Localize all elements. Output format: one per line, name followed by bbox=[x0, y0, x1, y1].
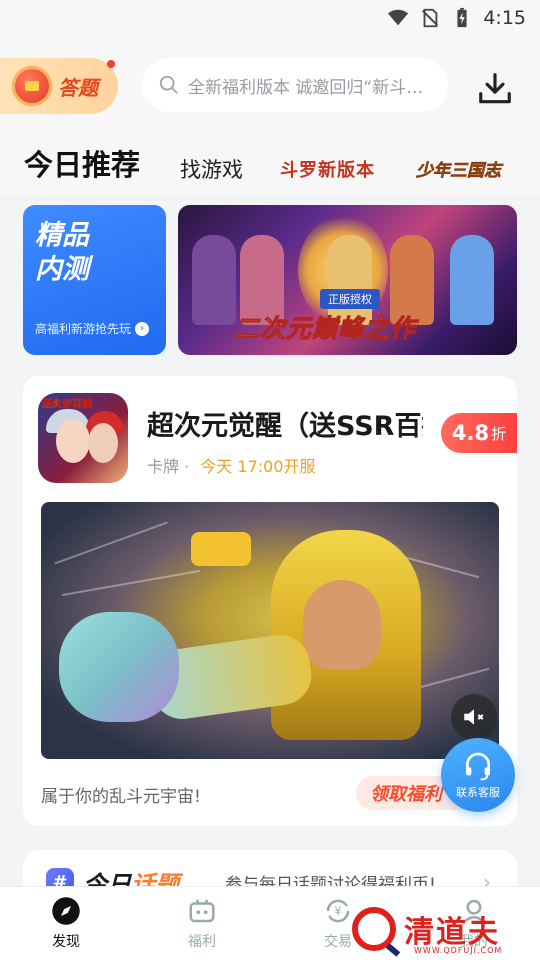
nav-welfare[interactable]: 福利 bbox=[162, 895, 242, 951]
tab-bar: 今日推荐 找游戏 斗罗新版本 少年三国志 bbox=[0, 132, 540, 196]
game-category: 卡牌 bbox=[147, 457, 180, 476]
search-placeholder: 全新福利版本 诚邀回归“新斗罗大陆” bbox=[188, 77, 428, 98]
answer-quiz-label: 答题 bbox=[58, 75, 98, 100]
download-icon[interactable] bbox=[476, 70, 514, 108]
compass-icon bbox=[50, 895, 82, 927]
answer-quiz-button[interactable]: 答题 bbox=[0, 58, 118, 114]
game-icon-tag: 送炎帝百抽 bbox=[42, 399, 92, 410]
top-bar: 答题 全新福利版本 诚邀回归“新斗罗大陆” bbox=[0, 36, 540, 132]
fist-art bbox=[59, 612, 179, 722]
battery-charging-icon bbox=[457, 7, 467, 28]
nav-discover[interactable]: 发现 bbox=[26, 895, 106, 951]
red-envelope-icon bbox=[12, 66, 52, 106]
discount-unit: 折 bbox=[491, 424, 507, 443]
discount-badge: 4.8 折 bbox=[441, 413, 517, 453]
tab-find-games[interactable]: 找游戏 bbox=[180, 154, 243, 184]
featured-banner[interactable]: 正版授权 二次元巅峰之作 bbox=[178, 205, 517, 355]
motion-streak bbox=[54, 521, 168, 565]
game-card: 送炎帝百抽 超次元觉醒（送SSR百抽） 卡牌 · 今天 17:00开服 4.8 … bbox=[23, 376, 517, 826]
arrow-right-icon: › bbox=[135, 321, 150, 336]
taxi-art bbox=[191, 532, 251, 566]
watermark-q-icon bbox=[352, 907, 396, 951]
banner-license-badge: 正版授权 bbox=[320, 289, 380, 309]
tab-shaonian-sanguozhi[interactable]: 少年三国志 bbox=[416, 156, 502, 182]
watermark-logo: 清道夫 WWW.QDFUJI.COM bbox=[352, 904, 532, 955]
motion-streak bbox=[61, 569, 201, 597]
promo-subtitle-text: 高福利新游抢先玩 bbox=[35, 322, 132, 336]
nav-trade-label: 交易 bbox=[324, 934, 352, 950]
notification-dot bbox=[107, 60, 115, 68]
beta-test-promo[interactable]: 精品 内测 高福利新游抢先玩 › bbox=[23, 205, 166, 355]
game-title[interactable]: 超次元觉醒（送SSR百抽） bbox=[147, 404, 423, 443]
nav-welfare-label: 福利 bbox=[188, 934, 216, 950]
wifi-icon bbox=[388, 9, 409, 26]
nav-discover-label: 发现 bbox=[52, 934, 80, 950]
hero-face-art bbox=[303, 580, 381, 670]
search-bar[interactable]: 全新福利版本 诚邀回归“新斗罗大陆” bbox=[142, 58, 448, 112]
meta-separator: · bbox=[184, 457, 190, 476]
promo-title-line2: 内测 bbox=[35, 254, 89, 285]
customer-service-label: 联系客服 bbox=[456, 786, 500, 799]
clock: 4:15 bbox=[483, 7, 526, 29]
search-icon bbox=[159, 75, 178, 94]
game-video[interactable] bbox=[41, 502, 499, 759]
server-open-time: 今天 17:00开服 bbox=[200, 457, 316, 476]
status-bar: 4:15 bbox=[0, 0, 540, 36]
tab-douluo-new-version[interactable]: 斗罗新版本 bbox=[280, 156, 375, 182]
icon-art bbox=[88, 423, 118, 463]
banner-title: 二次元巅峰之作 bbox=[233, 314, 417, 344]
customer-service-button[interactable]: 联系客服 bbox=[441, 738, 515, 812]
promo-title-line1: 精品 bbox=[35, 220, 89, 251]
game-icon[interactable]: 送炎帝百抽 bbox=[38, 393, 128, 483]
headset-icon bbox=[466, 752, 490, 781]
no-sim-icon bbox=[422, 8, 439, 28]
banner-character bbox=[192, 235, 236, 325]
watermark-brand: 清道夫 bbox=[404, 915, 500, 950]
gamepad-icon bbox=[186, 895, 218, 927]
promo-subtitle: 高福利新游抢先玩 › bbox=[35, 320, 150, 337]
mute-toggle[interactable] bbox=[451, 694, 497, 740]
game-meta: 卡牌 · 今天 17:00开服 bbox=[147, 453, 316, 477]
tab-today-recommend[interactable]: 今日推荐 bbox=[24, 142, 140, 184]
watermark-url: WWW.QDFUJI.COM bbox=[414, 946, 503, 955]
game-slogan: 属于你的乱斗元宇宙! bbox=[41, 787, 201, 807]
speaker-muted-icon bbox=[464, 709, 484, 725]
banner-character bbox=[450, 235, 494, 325]
icon-art bbox=[56, 419, 90, 463]
exchange-icon: ¥ bbox=[322, 895, 354, 927]
discount-value: 4.8 bbox=[451, 421, 490, 445]
svg-text:¥: ¥ bbox=[334, 905, 341, 918]
